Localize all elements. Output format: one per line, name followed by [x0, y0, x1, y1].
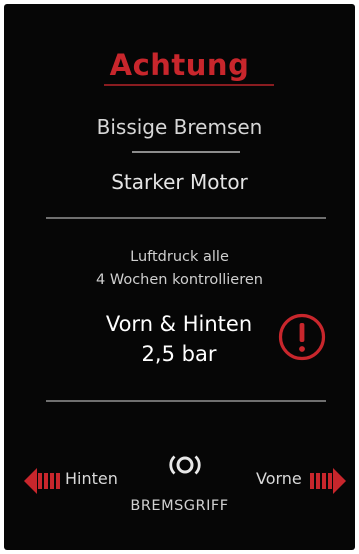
warning-brakes-text: Bissige Bremsen: [96, 115, 263, 139]
pressure-note-line1: Luftdruck alle: [130, 249, 229, 265]
warning-motor-text: Starker Motor: [111, 170, 248, 194]
forward-button-label[interactable]: Vorne: [256, 469, 302, 488]
arrow-left-icon[interactable]: [24, 466, 60, 496]
brake-icon: [169, 455, 201, 475]
title-underline: [104, 84, 274, 86]
pressure-axle-label: Vorn & Hinten: [105, 312, 253, 336]
brake-lever-label: BREMSGRIFF: [130, 498, 229, 514]
arrow-right-icon[interactable]: [310, 466, 346, 496]
divider-top: [46, 217, 326, 219]
exclamation-circle-icon: [278, 313, 326, 361]
page-title: Achtung: [109, 48, 250, 82]
pressure-note-line2: 4 Wochen kontrollieren: [96, 272, 263, 288]
divider-bottom: [46, 400, 326, 402]
back-button-label[interactable]: Hinten: [65, 469, 118, 488]
pressure-value: 2,5 bar: [141, 342, 217, 366]
device-screen: Achtung Bissige Bremsen Starker Motor Lu…: [4, 4, 355, 550]
divider-short: [132, 151, 240, 153]
